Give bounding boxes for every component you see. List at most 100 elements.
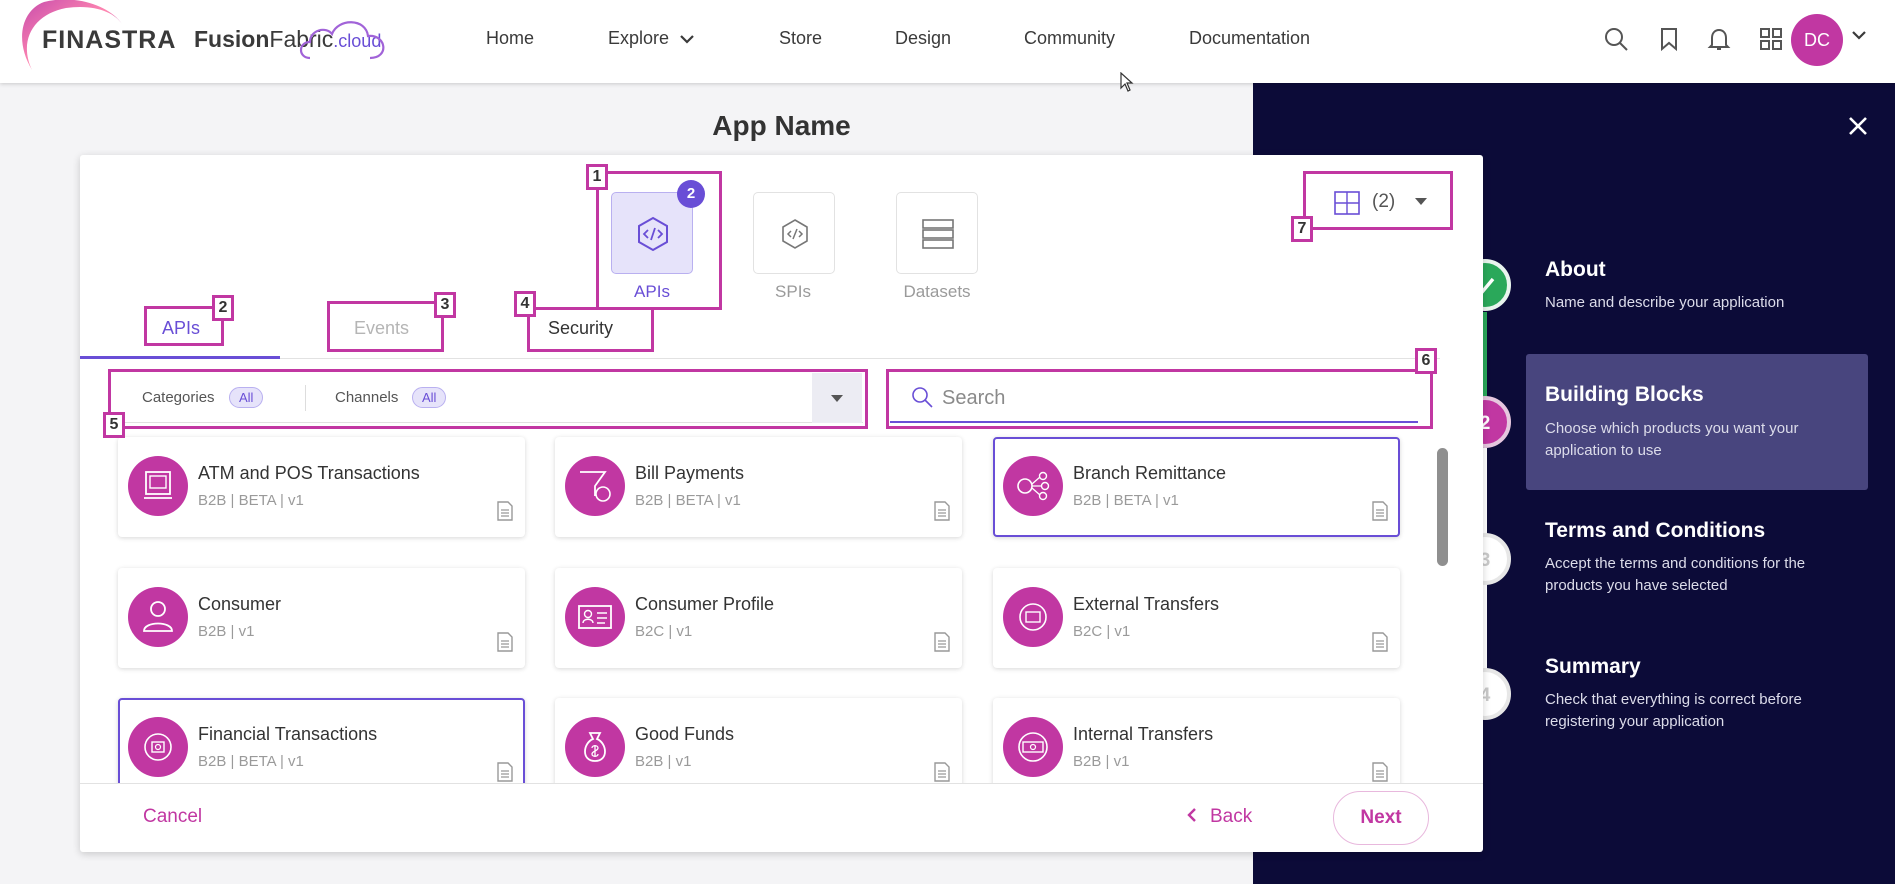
- filter-divider: [305, 385, 306, 411]
- document-icon[interactable]: [934, 762, 950, 782]
- code-hexagon-icon: [782, 219, 808, 249]
- api-card[interactable]: Good Funds B2B | v1: [555, 698, 962, 783]
- step-progress-line-done: [1483, 312, 1487, 408]
- document-icon[interactable]: [934, 632, 950, 652]
- bookmark-icon[interactable]: [1656, 26, 1682, 52]
- api-card[interactable]: Consumer B2B | v1: [118, 568, 525, 668]
- apps-grid-icon[interactable]: [1758, 26, 1784, 52]
- api-meta: B2C | v1: [1073, 623, 1131, 640]
- document-icon[interactable]: [1372, 632, 1388, 652]
- api-meta: B2B | BETA | v1: [198, 753, 304, 770]
- api-meta: B2B | v1: [198, 623, 255, 640]
- nav-design[interactable]: Design: [895, 28, 951, 49]
- type-tile-datasets[interactable]: [896, 192, 978, 274]
- back-label: Back: [1210, 806, 1253, 827]
- database-icon: [922, 219, 954, 249]
- annotation-marker-7: 7: [1291, 216, 1313, 242]
- finastra-logo-text: FINASTRA: [42, 26, 177, 54]
- api-name: Consumer: [198, 594, 282, 614]
- step-2-description: Choose which products you want your appl…: [1545, 420, 1799, 459]
- api-name: Consumer Profile: [635, 594, 775, 614]
- step-2-title: Building Blocks: [1545, 383, 1704, 406]
- network-icon: [1003, 456, 1063, 516]
- api-card[interactable]: External Transfers B2C | v1: [993, 568, 1400, 668]
- api-meta: B2B | BETA | v1: [1073, 492, 1179, 509]
- api-name: Financial Transactions: [198, 724, 378, 744]
- page-title: App Name: [712, 110, 851, 141]
- channels-label: Channels: [335, 389, 399, 406]
- api-meta: B2B | v1: [1073, 753, 1130, 770]
- api-card[interactable]: ATM and POS Transactions B2B | BETA | v1: [118, 437, 525, 537]
- top-navigation-bar: FINASTRA FusionFabric.cloud Home Explore…: [0, 0, 1895, 83]
- active-tab-indicator: [80, 356, 280, 359]
- api-name: Good Funds: [635, 724, 735, 744]
- tab-apis[interactable]: APIs: [162, 318, 200, 339]
- tab-security[interactable]: Security: [548, 318, 613, 339]
- step-1-description: Name and describe your application: [1545, 294, 1785, 311]
- document-icon[interactable]: [497, 762, 513, 782]
- caret-down-icon: [1415, 198, 1427, 205]
- back-button[interactable]: Back: [1186, 806, 1252, 828]
- annotation-marker-2: 2: [212, 295, 234, 321]
- step-3-title: Terms and Conditions: [1545, 519, 1766, 542]
- id-card-icon: [565, 587, 625, 647]
- scrollbar-thumb[interactable]: [1437, 448, 1448, 566]
- search-icon: [912, 387, 933, 408]
- money-transfer-icon: [1003, 587, 1063, 647]
- cancel-button[interactable]: Cancel: [143, 806, 202, 828]
- next-button[interactable]: Next: [1333, 791, 1429, 845]
- api-card[interactable]: Consumer Profile B2C | v1: [555, 568, 962, 668]
- type-tile-spis[interactable]: [753, 192, 835, 274]
- api-card[interactable]: Bill Payments B2B | BETA | v1: [555, 437, 962, 537]
- chevron-down-icon: [680, 35, 694, 44]
- annotation-marker-6: 6: [1415, 348, 1437, 374]
- nav-home[interactable]: Home: [486, 28, 534, 49]
- categories-filter-pill[interactable]: All: [229, 387, 264, 408]
- document-icon[interactable]: [497, 501, 513, 521]
- filter-dropdown-button[interactable]: [812, 373, 862, 423]
- user-avatar[interactable]: DC: [1791, 14, 1843, 66]
- step-4-title: Summary: [1545, 655, 1641, 678]
- annotation-marker-4: 4: [514, 291, 536, 317]
- api-name: Bill Payments: [635, 463, 745, 483]
- step-1-title: About: [1545, 258, 1606, 281]
- annotation-marker-1: 1: [586, 164, 608, 190]
- search-input[interactable]: [942, 383, 1402, 413]
- document-icon[interactable]: [934, 501, 950, 521]
- step-4-description: Check that everything is correct before …: [1545, 691, 1802, 730]
- search-icon[interactable]: [1603, 26, 1629, 52]
- document-icon[interactable]: [497, 632, 513, 652]
- chevron-down-icon[interactable]: [1851, 30, 1867, 40]
- api-meta: B2B | v1: [635, 753, 692, 770]
- document-icon[interactable]: [1372, 501, 1388, 521]
- filter-bar[interactable]: [113, 373, 863, 423]
- categories-label: Categories: [142, 389, 215, 406]
- api-meta: B2B | BETA | v1: [635, 492, 741, 509]
- document-icon[interactable]: [1372, 762, 1388, 782]
- api-card[interactable]: Branch Remittance B2B | BETA | v1: [993, 437, 1400, 537]
- money-bag-icon: [565, 717, 625, 777]
- nav-community[interactable]: Community: [1024, 28, 1115, 49]
- api-name: External Transfers: [1073, 594, 1220, 614]
- fusion-text: Fusion: [194, 26, 270, 52]
- api-meta: B2B | BETA | v1: [198, 492, 304, 509]
- banknote-icon: [1003, 717, 1063, 777]
- api-card[interactable]: Internal Transfers B2B | v1: [993, 698, 1400, 783]
- api-meta: B2C | v1: [635, 623, 693, 640]
- api-name: ATM and POS Transactions: [198, 463, 420, 483]
- chevron-left-icon: [1187, 808, 1196, 822]
- cloud-logo-icon: [299, 21, 385, 60]
- nav-store[interactable]: Store: [779, 28, 822, 49]
- api-card-grid: ATM and POS Transactions B2B | BETA | v1…: [80, 430, 1483, 783]
- api-name: Branch Remittance: [1073, 463, 1227, 483]
- tab-divider: [80, 358, 1440, 359]
- step-3-description: Accept the terms and conditions for the …: [1545, 555, 1806, 594]
- close-icon[interactable]: [1848, 116, 1868, 136]
- channels-filter-pill[interactable]: All: [412, 387, 447, 408]
- nav-documentation[interactable]: Documentation: [1189, 28, 1310, 49]
- nav-explore[interactable]: Explore: [608, 28, 695, 49]
- bell-icon[interactable]: [1706, 26, 1732, 52]
- tab-events[interactable]: Events: [354, 318, 409, 339]
- api-card[interactable]: Financial Transactions B2B | BETA | v1: [118, 698, 525, 783]
- money-cycle-icon: [128, 717, 188, 777]
